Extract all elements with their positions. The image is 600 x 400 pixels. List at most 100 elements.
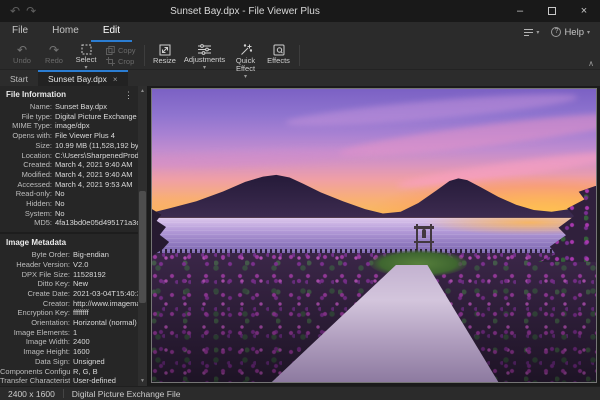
info-row: Modified: March 4, 2021 9:40 AM: [0, 170, 138, 180]
effects-label: Effects: [267, 56, 290, 65]
info-value: Sunset Bay.dpx: [55, 102, 107, 111]
magic-wand-icon: [240, 44, 252, 55]
undo-label: Undo: [13, 56, 31, 65]
app-window: ↶ ↷ Sunset Bay.dpx - File Viewer Plus – …: [0, 0, 600, 400]
tab-close-icon[interactable]: ×: [113, 75, 118, 84]
metadata-label: Data Sign:: [34, 356, 70, 366]
info-row: Created: March 4, 2021 9:40 AM: [0, 160, 138, 170]
help-label: Help: [564, 26, 584, 38]
file-information-header: File Information ⋮: [0, 86, 138, 102]
info-label: MIME Type:: [12, 121, 52, 131]
metadata-label: Image Height:: [23, 347, 70, 357]
metadata-row: Creator: http://www.imagemag...: [0, 299, 138, 309]
image-metadata-section: Image Metadata Byte Order: Big-endian He…: [0, 232, 138, 386]
info-row: File type: Digital Picture Exchange File…: [0, 112, 138, 122]
metadata-value: 11528192: [73, 269, 106, 279]
close-icon: ×: [580, 5, 588, 17]
minimize-button[interactable]: –: [504, 0, 536, 22]
chevron-down-icon: ▾: [84, 65, 88, 71]
metadata-value: 1600: [73, 347, 90, 357]
info-value: March 4, 2021 9:40 AM: [55, 160, 133, 170]
metadata-value: R, G, B: [73, 366, 98, 376]
file-information-rows: Name: Sunset Bay.dpx File type: Digital …: [0, 102, 138, 228]
undo-icon: ↶: [16, 43, 28, 57]
close-button[interactable]: ×: [568, 0, 600, 22]
chevron-down-icon: ▾: [536, 29, 540, 36]
scrollbar-thumb[interactable]: [139, 191, 146, 304]
metadata-label: Creator:: [42, 298, 70, 308]
metadata-label: Byte Order:: [31, 250, 70, 260]
chevron-down-icon: ▾: [203, 65, 207, 71]
image-dimensions: 2400 x 1600: [8, 388, 55, 399]
quick-effect-button[interactable]: Quick Effect ▾: [229, 42, 263, 80]
collapse-ribbon-icon[interactable]: ∧: [588, 60, 594, 68]
scroll-down-icon[interactable]: ▼: [138, 376, 147, 386]
status-bar: 2400 x 1600 Digital Picture Exchange Fil…: [0, 386, 600, 400]
info-value: March 4, 2021 9:40 AM: [55, 169, 133, 179]
metadata-row: Header Version: V2.0: [0, 260, 138, 270]
help-button[interactable]: ? Help ▾: [551, 27, 590, 38]
redo-button[interactable]: ↷ Redo: [38, 42, 70, 69]
metadata-row: Encryption Key: ffffffff: [0, 308, 138, 318]
info-value: 10.99 MB (11,528,192 bytes): [55, 140, 138, 150]
metadata-row: Image Elements: 1: [0, 328, 138, 338]
select-icon: [81, 44, 91, 55]
photo-sunset-bay: [151, 88, 597, 383]
tab-start[interactable]: Start: [0, 70, 38, 86]
ribbon-toolbar: ↶ Undo ↷ Redo Select ▾ Copy Crop Resize: [0, 42, 600, 80]
scroll-up-icon[interactable]: ▲: [138, 86, 147, 96]
minimize-icon: –: [516, 5, 524, 17]
start-tab-label: Start: [10, 74, 28, 84]
tab-edit[interactable]: Edit: [90, 22, 133, 42]
info-label: Name:: [29, 102, 52, 111]
sidebar-content: File Information ⋮ Name: Sunset Bay.dpx: [0, 86, 138, 386]
info-label: File type:: [21, 111, 52, 121]
file-information-section: File Information ⋮ Name: Sunset Bay.dpx: [0, 86, 138, 232]
info-row: Location: C:\Users\SharpenedProductio...: [0, 151, 138, 161]
tab-file[interactable]: File: [0, 22, 40, 42]
resize-button[interactable]: Resize: [149, 42, 181, 69]
metadata-value: Horizontal (normal): [73, 318, 137, 328]
ribbon-display-options-button[interactable]: ▾: [523, 28, 539, 37]
adjustments-icon: [198, 44, 212, 55]
group-separator: [298, 45, 300, 66]
crop-label: Crop: [118, 56, 135, 66]
select-button[interactable]: Select ▾: [70, 42, 102, 71]
ribbon-tab-bar: File Home Edit ▾ ? Help ▾: [0, 22, 600, 42]
adjustments-button[interactable]: Adjustments ▾: [181, 42, 229, 71]
info-label: System:: [24, 208, 52, 218]
info-label: Size:: [35, 140, 52, 150]
info-label: Read-only:: [15, 189, 52, 199]
tab-home[interactable]: Home: [40, 22, 91, 42]
metadata-row: Byte Order: Big-endian: [0, 250, 138, 260]
effects-button[interactable]: Effects: [263, 42, 295, 69]
metadata-label: Create Date:: [27, 288, 70, 298]
crop-button[interactable]: Crop: [106, 56, 136, 66]
maximize-icon: [548, 7, 556, 15]
image-metadata-rows: Byte Order: Big-endian Header Version: V…: [0, 250, 138, 386]
document-tab-label: Sunset Bay.dpx: [47, 74, 107, 84]
maximize-button[interactable]: [536, 0, 568, 22]
copy-button[interactable]: Copy: [106, 45, 136, 55]
clipboard-group: Copy Crop: [102, 42, 140, 69]
sidebar-scrollbar[interactable]: ▲ ▼: [138, 86, 147, 386]
metadata-row: Create Date: 2021-03-04T15:40:34+00:: [0, 289, 138, 299]
metadata-value: New: [73, 279, 89, 289]
tab-sunset-bay[interactable]: Sunset Bay.dpx ×: [37, 70, 128, 86]
info-label: Modified:: [21, 169, 52, 179]
resize-label: Resize: [153, 56, 176, 65]
info-row: Accessed: March 4, 2021 9:53 AM: [0, 180, 138, 190]
info-value: Digital Picture Exchange File (...: [55, 111, 138, 121]
metadata-label: Encryption Key:: [17, 308, 70, 318]
undo-button[interactable]: ↶ Undo: [6, 42, 38, 69]
image-metadata-header: Image Metadata: [0, 234, 138, 250]
metadata-row: Image Width: 2400: [0, 337, 138, 347]
main-area: File Information ⋮ Name: Sunset Bay.dpx: [0, 86, 600, 386]
info-row: MIME Type: image/dpx: [0, 121, 138, 131]
scrollbar-track[interactable]: [138, 96, 147, 376]
redo-icon: ↷: [48, 43, 60, 57]
image-viewer[interactable]: [148, 86, 600, 386]
section-menu-icon[interactable]: ⋮: [124, 90, 133, 99]
help-icon: ?: [551, 27, 562, 37]
info-label: Accessed:: [17, 179, 52, 189]
